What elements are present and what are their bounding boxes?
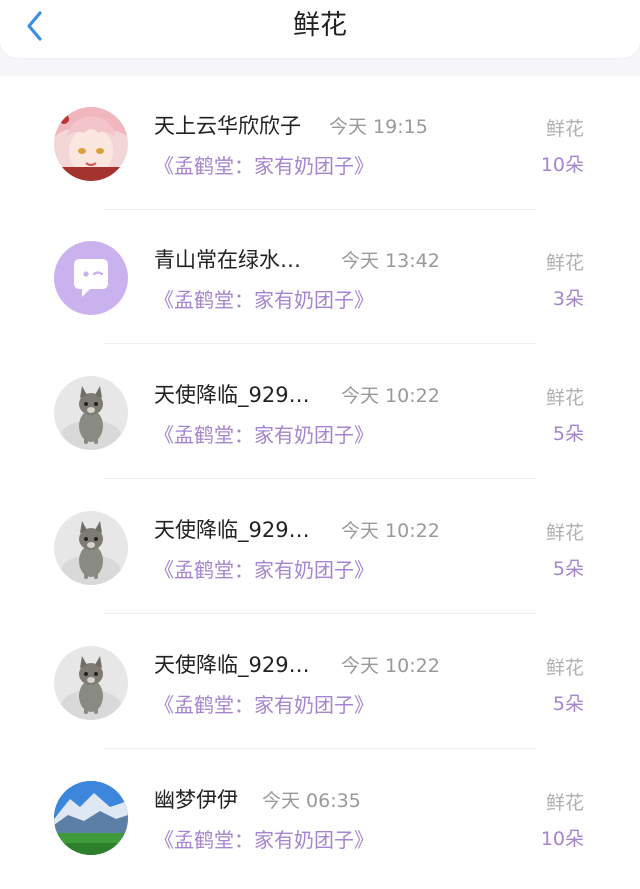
gift-type-label: 鲜花 <box>545 252 584 274</box>
list-item[interactable]: 青山常在绿水… 今天 13:42 《孟鹤堂：家有奶团子》 鲜花 3朵 <box>0 210 640 344</box>
list-item[interactable]: 幽梦伊伊 今天 06:35 《孟鹤堂：家有奶团子》 鲜花 10朵 <box>0 750 640 884</box>
kitten-avatar-icon <box>54 646 128 720</box>
list-item[interactable]: 天上云华欣欣子 今天 19:15 《孟鹤堂：家有奶团子》 鲜花 10朵 <box>0 76 640 210</box>
gift-type-label: 鲜花 <box>545 792 584 814</box>
user-name: 天上云华欣欣子 <box>154 114 301 138</box>
book-title[interactable]: 《孟鹤堂：家有奶团子》 <box>154 824 374 853</box>
user-name: 天使降临_929… <box>154 518 310 542</box>
gift-type-label: 鲜花 <box>545 118 584 140</box>
user-name: 青山常在绿水… <box>154 248 301 272</box>
avatar[interactable] <box>54 241 128 315</box>
divider <box>104 478 536 479</box>
avatar[interactable] <box>54 646 128 720</box>
user-name: 天使降临_929… <box>154 653 310 677</box>
avatar[interactable] <box>54 376 128 450</box>
list-item[interactable]: 天使降临_929… 今天 10:22 《孟鹤堂：家有奶团子》 鲜花 5朵 <box>0 345 640 479</box>
top-bar: 鲜花 <box>0 0 640 58</box>
gift-type-label: 鲜花 <box>545 657 584 679</box>
gift-time: 今天 06:35 <box>262 790 361 812</box>
avatar[interactable] <box>54 107 128 181</box>
avatar[interactable] <box>54 781 128 855</box>
gift-time: 今天 13:42 <box>341 250 440 272</box>
gift-time: 今天 10:22 <box>341 520 440 542</box>
kitten-avatar-icon <box>54 511 128 585</box>
landscape-avatar-icon <box>54 781 128 855</box>
gift-count: 5朵 <box>552 693 584 715</box>
gift-time: 今天 10:22 <box>341 655 440 677</box>
gift-time: 今天 19:15 <box>329 116 428 138</box>
anime-avatar-icon <box>54 107 128 181</box>
gift-count: 10朵 <box>540 154 584 176</box>
gift-time: 今天 10:22 <box>341 385 440 407</box>
gift-count: 5朵 <box>552 423 584 445</box>
kitten-avatar-icon <box>54 376 128 450</box>
book-title[interactable]: 《孟鹤堂：家有奶团子》 <box>154 554 374 583</box>
book-title[interactable]: 《孟鹤堂：家有奶团子》 <box>154 419 374 448</box>
gift-type-label: 鲜花 <box>545 387 584 409</box>
list-item[interactable]: 天使降临_929… 今天 10:22 《孟鹤堂：家有奶团子》 鲜花 5朵 <box>0 480 640 614</box>
divider <box>104 613 536 614</box>
default-avatar-icon <box>54 241 128 315</box>
book-title[interactable]: 《孟鹤堂：家有奶团子》 <box>154 150 374 179</box>
gift-count: 3朵 <box>552 288 584 310</box>
flower-gift-list: 天上云华欣欣子 今天 19:15 《孟鹤堂：家有奶团子》 鲜花 10朵 青山常在… <box>0 76 640 889</box>
book-title[interactable]: 《孟鹤堂：家有奶团子》 <box>154 689 374 718</box>
divider <box>104 343 536 344</box>
user-name: 天使降临_929… <box>154 383 310 407</box>
page-title: 鲜花 <box>293 10 347 41</box>
book-title[interactable]: 《孟鹤堂：家有奶团子》 <box>154 284 374 313</box>
list-item[interactable]: 天使降临_929… 今天 10:22 《孟鹤堂：家有奶团子》 鲜花 5朵 <box>0 615 640 749</box>
user-name: 幽梦伊伊 <box>154 788 238 812</box>
gift-type-label: 鲜花 <box>545 522 584 544</box>
avatar[interactable] <box>54 511 128 585</box>
gift-count: 10朵 <box>540 828 584 850</box>
divider <box>104 748 536 749</box>
gift-count: 5朵 <box>552 558 584 580</box>
